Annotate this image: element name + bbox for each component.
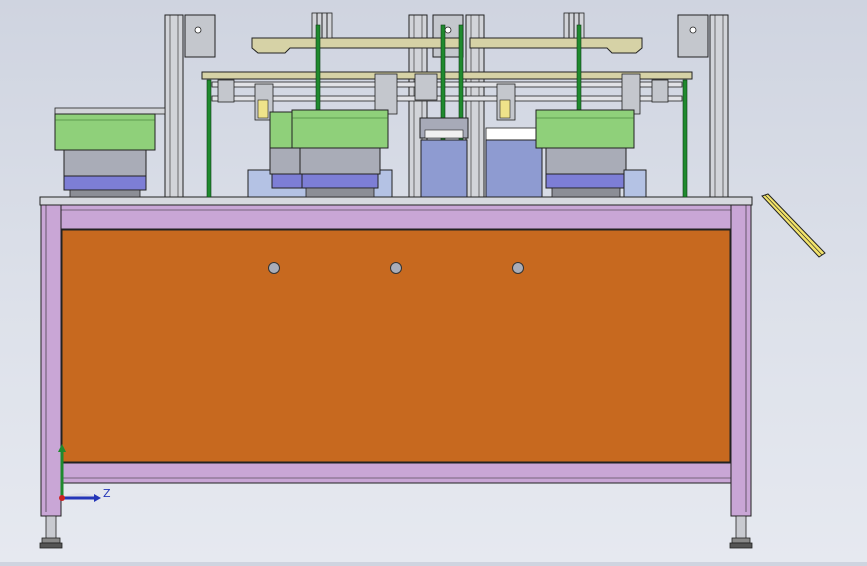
left-foot xyxy=(39,515,63,549)
right-foot xyxy=(729,515,753,549)
column-left xyxy=(164,14,184,198)
table-top-plate xyxy=(39,196,753,206)
machine-drawing: Z xyxy=(39,12,826,549)
panel-hole xyxy=(512,262,524,274)
z-axis-label: Z xyxy=(103,487,111,500)
upper-beam-left xyxy=(251,37,461,54)
upper-beam-right xyxy=(469,37,643,54)
panel-hole xyxy=(268,262,280,274)
bowl-feeder-right xyxy=(535,109,647,198)
bottom-beam xyxy=(60,462,732,484)
discharge-chute xyxy=(761,193,826,258)
right-leg xyxy=(730,197,752,517)
machine-frame xyxy=(39,196,753,549)
top-beam xyxy=(60,204,732,230)
panel-hole xyxy=(390,262,402,274)
column-right xyxy=(709,14,729,198)
left-leg xyxy=(40,197,62,517)
horizontal-rail xyxy=(201,71,693,102)
cad-viewport[interactable]: Z xyxy=(0,0,867,562)
bowl-feeder-center xyxy=(247,109,393,198)
bowl-feeder-left xyxy=(54,107,166,198)
